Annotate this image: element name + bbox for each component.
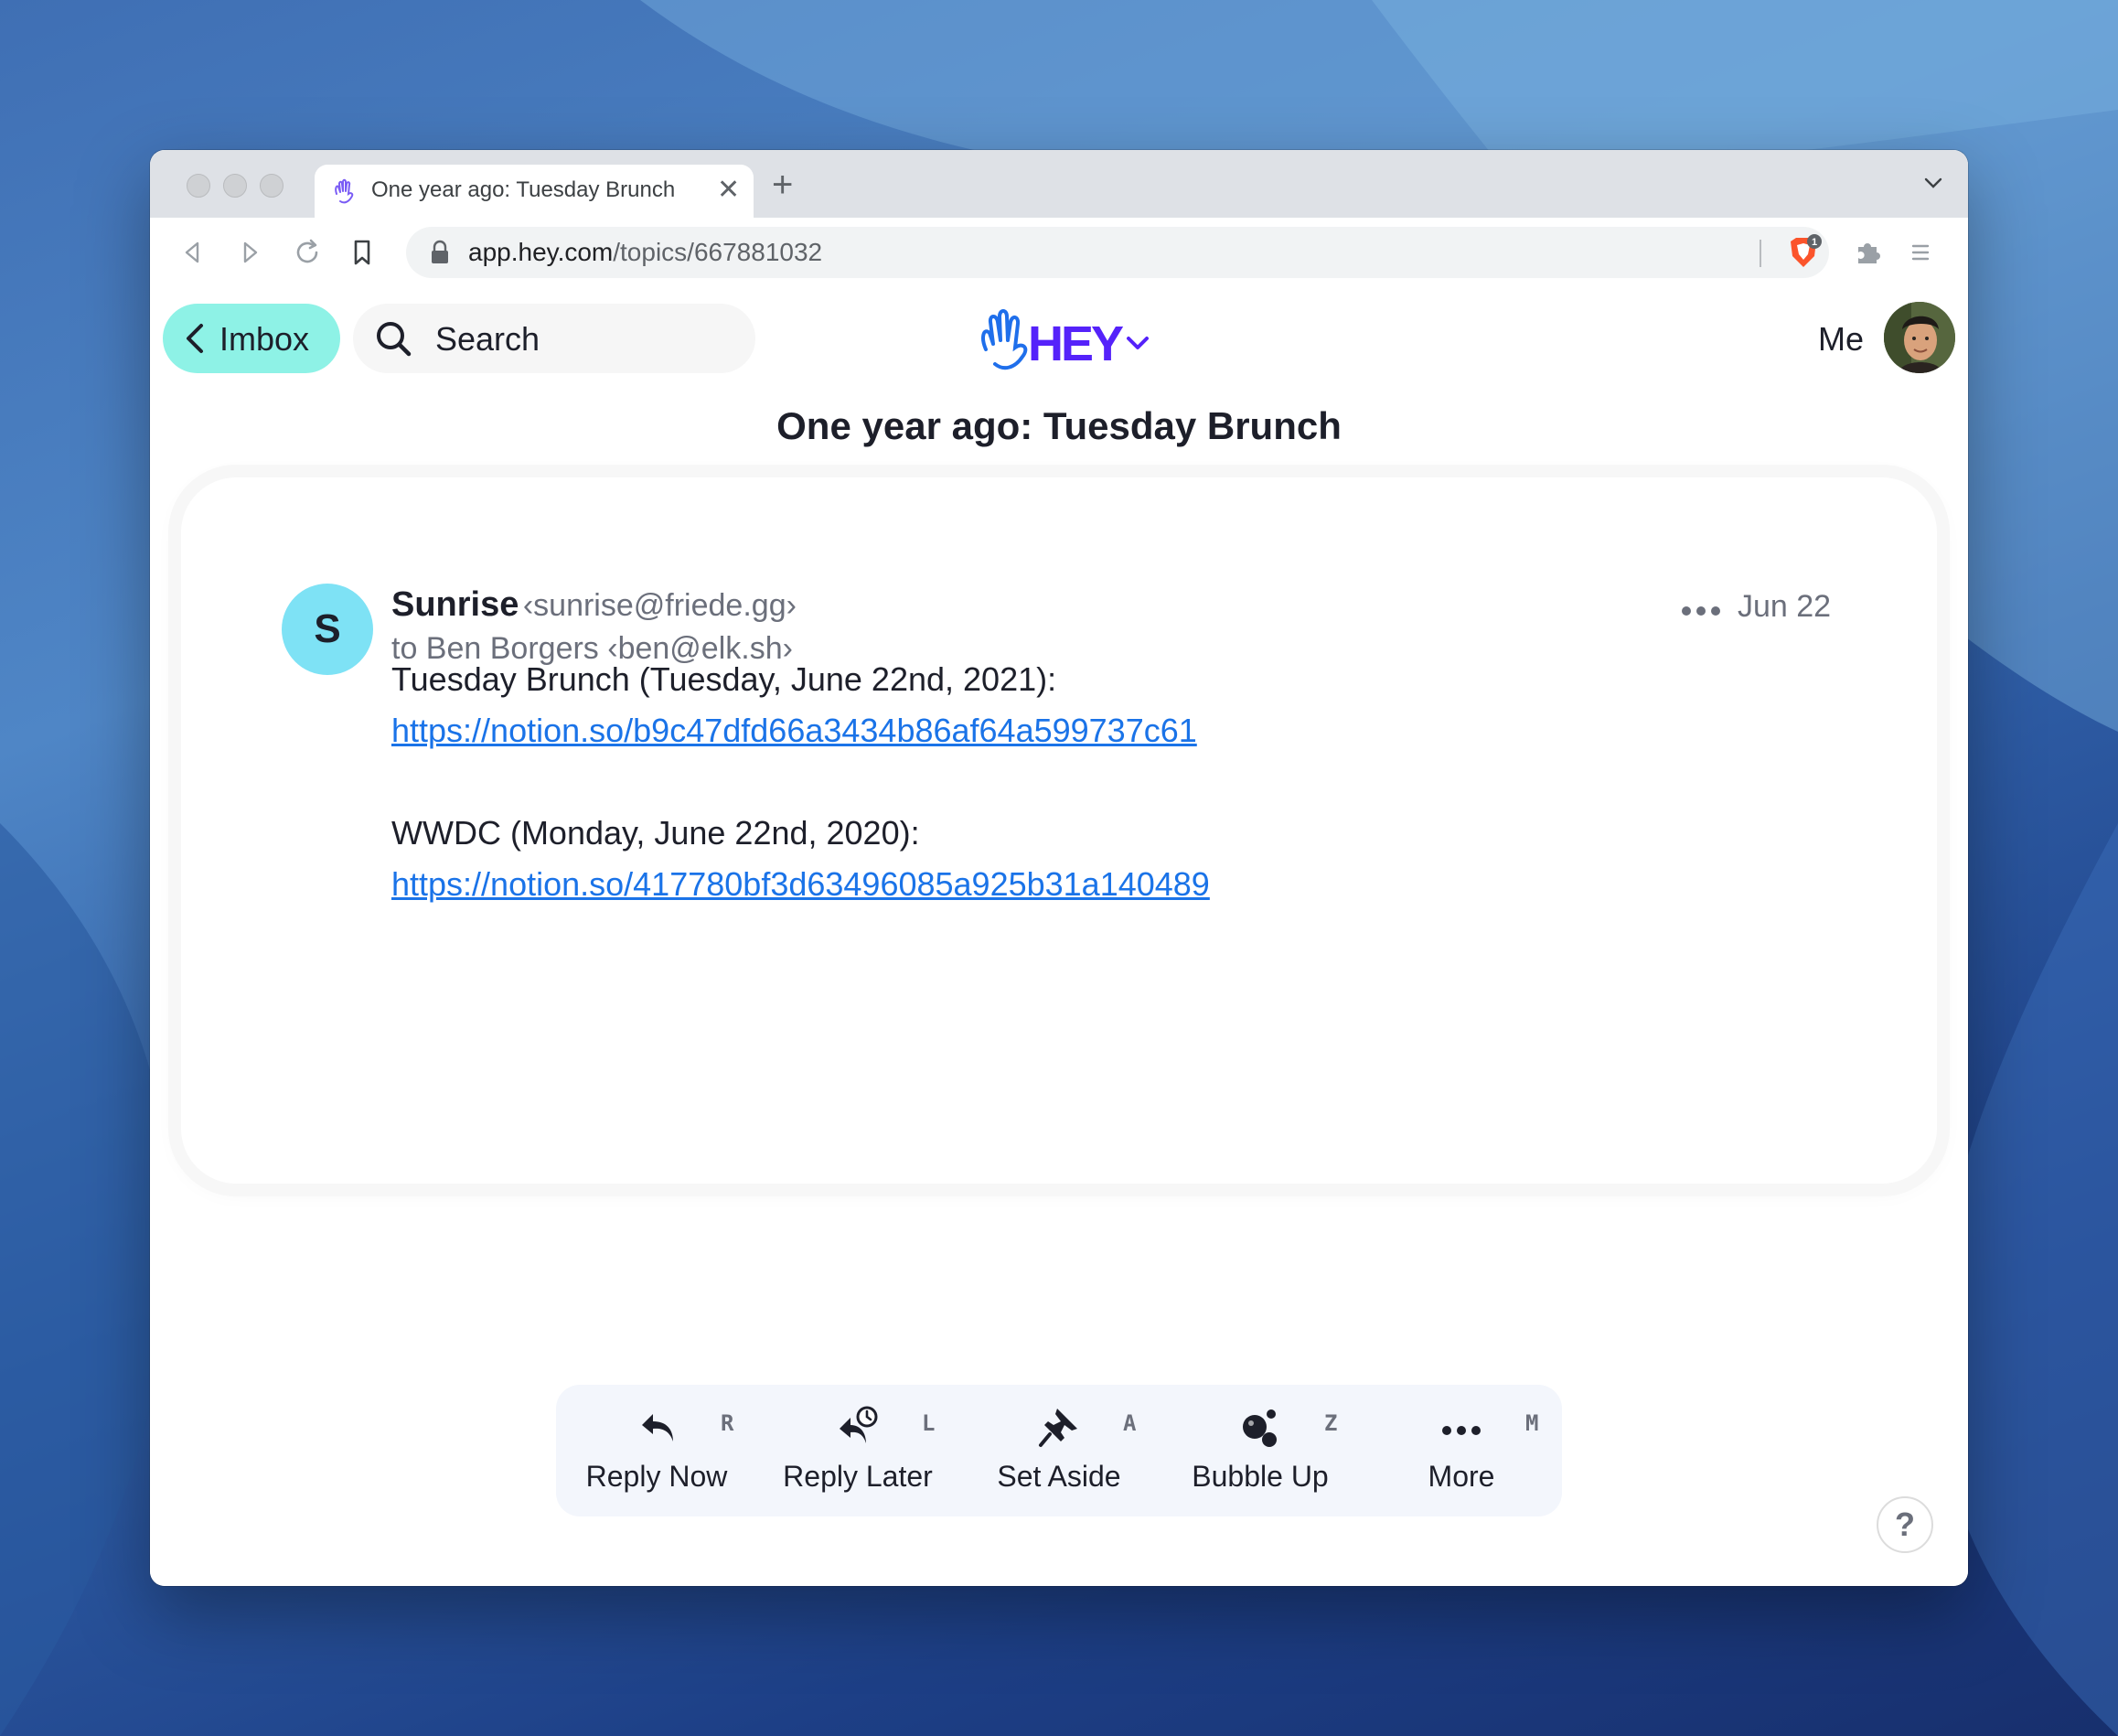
sender-email: ‹sunrise@friede.gg› xyxy=(522,588,797,623)
body-text-line: Tuesday Brunch (Tuesday, June 22nd, 2021… xyxy=(391,660,1057,698)
avatar[interactable] xyxy=(1884,302,1955,373)
browser-toolbar: app.hey.com/topics/667881032 1 xyxy=(150,218,1968,288)
more-dots-icon xyxy=(1442,1426,1481,1435)
window-close-button[interactable] xyxy=(187,174,210,198)
action-label: Reply Later xyxy=(783,1460,933,1493)
url-text[interactable]: app.hey.com/topics/667881032 xyxy=(468,238,822,267)
sender-avatar[interactable]: S xyxy=(282,584,373,675)
shortcut-key: Z xyxy=(1324,1410,1338,1436)
reply-later-icon xyxy=(840,1406,878,1443)
bubble-up-button[interactable]: Z Bubble Up xyxy=(1160,1385,1361,1516)
reply-later-button[interactable]: L Reply Later xyxy=(757,1385,958,1516)
page-title: One year ago: Tuesday Brunch xyxy=(776,404,1342,447)
chevron-down-icon xyxy=(1127,337,1149,349)
imbox-label: Imbox xyxy=(219,320,310,358)
body-text-line: WWDC (Monday, June 22nd, 2020): xyxy=(391,814,920,852)
url-path: /topics/667881032 xyxy=(613,238,823,266)
hey-app: Imbox Search HEY Me One year ago: Tuesda… xyxy=(150,287,1968,1586)
shortcut-key: R xyxy=(721,1410,734,1436)
search-label: Search xyxy=(435,320,540,358)
me-menu-label[interactable]: Me xyxy=(1818,320,1864,359)
message-options-icon[interactable] xyxy=(1679,604,1723,618)
search-button[interactable]: Search xyxy=(353,304,755,373)
lock-icon[interactable] xyxy=(430,240,450,265)
bubbles-icon xyxy=(1243,1409,1277,1447)
pin-icon xyxy=(1039,1409,1077,1447)
action-label: Set Aside xyxy=(997,1460,1121,1493)
chevron-down-icon[interactable] xyxy=(1922,172,1944,194)
reply-now-button[interactable]: R Reply Now xyxy=(556,1385,757,1516)
help-button[interactable]: ? xyxy=(1877,1496,1933,1553)
notion-link[interactable]: https://notion.so/417780bf3d63496085a925… xyxy=(391,865,1210,904)
reload-icon[interactable] xyxy=(291,236,324,269)
url-host: app.hey.com xyxy=(468,238,614,266)
action-label: More xyxy=(1428,1460,1495,1493)
tab-close-icon[interactable]: ✕ xyxy=(717,174,740,207)
user-photo xyxy=(1884,302,1955,373)
message-date: Jun 22 xyxy=(1738,589,1832,624)
brave-badge-count: 1 xyxy=(1812,237,1817,248)
tab-title: One year ago: Tuesday Brunch xyxy=(371,177,676,202)
back-arrow-icon[interactable] xyxy=(176,236,209,269)
window-minimize-button[interactable] xyxy=(223,174,247,198)
action-label: Bubble Up xyxy=(1192,1460,1329,1493)
forward-arrow-icon[interactable] xyxy=(234,236,267,269)
brave-shields-icon[interactable]: 1 xyxy=(1783,232,1824,273)
puzzle-extensions-icon[interactable] xyxy=(1853,238,1882,267)
shortcut-key: L xyxy=(922,1410,936,1436)
hey-logo-menu[interactable]: HEY xyxy=(977,302,1160,379)
new-tab-button[interactable]: + xyxy=(772,166,793,203)
shortcut-key: M xyxy=(1525,1410,1539,1436)
search-icon xyxy=(377,322,412,357)
more-button[interactable]: M More xyxy=(1361,1385,1562,1516)
sender-line: Sunrise ‹sunrise@friede.gg› xyxy=(391,585,797,625)
sender-name[interactable]: Sunrise xyxy=(391,585,519,624)
chevron-left-icon xyxy=(187,324,203,353)
hamburger-menu-icon[interactable] xyxy=(1908,240,1933,265)
imbox-back-button[interactable]: Imbox xyxy=(163,304,340,373)
shortcut-key: A xyxy=(1123,1410,1137,1436)
hey-hand-icon xyxy=(335,178,354,204)
message-action-bar: R Reply Now L Reply Later A Set Aside Z … xyxy=(556,1385,1562,1516)
reply-icon xyxy=(642,1414,673,1441)
action-label: Reply Now xyxy=(585,1460,728,1493)
browser-tab[interactable]: One year ago: Tuesday Brunch ✕ xyxy=(315,165,754,218)
set-aside-button[interactable]: A Set Aside xyxy=(958,1385,1160,1516)
hey-logo-text: HEY xyxy=(1028,316,1124,371)
hey-hand-icon xyxy=(981,309,1028,370)
notion-link[interactable]: https://notion.so/b9c47dfd66a3434b86af64… xyxy=(391,712,1197,750)
window-zoom-button[interactable] xyxy=(260,174,283,198)
browser-window: One year ago: Tuesday Brunch ✕ + app.hey… xyxy=(150,150,1968,1586)
omnibox-divider xyxy=(1760,240,1761,267)
bookmark-icon[interactable] xyxy=(346,236,379,269)
tab-strip: One year ago: Tuesday Brunch ✕ + xyxy=(150,150,1968,218)
